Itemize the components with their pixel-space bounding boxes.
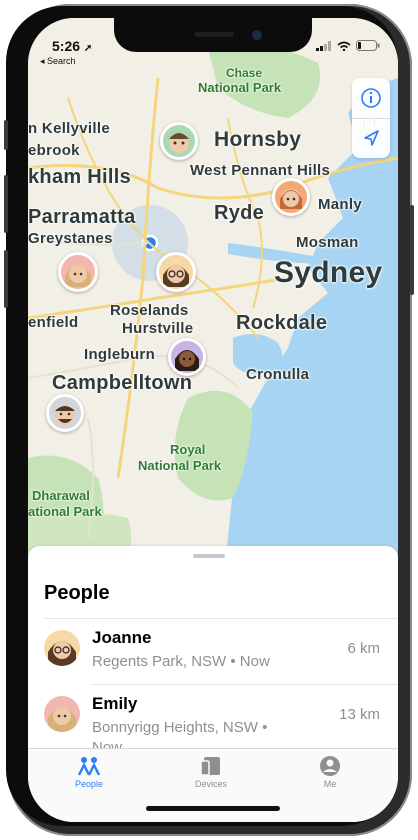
avatar <box>44 630 80 666</box>
map-label-cronulla: Cronulla <box>246 366 310 383</box>
status-time: 5:26 ➚ <box>52 38 93 54</box>
map-avatar-person[interactable] <box>168 338 206 376</box>
avatar <box>44 696 80 732</box>
map-label-enfield: enfield <box>28 314 79 331</box>
sheet-title: People <box>44 582 110 604</box>
side-button-mute <box>4 120 8 150</box>
map-label-roselands: Roselands <box>110 302 189 319</box>
map-label-campbelltown: Campbelltown <box>52 372 193 394</box>
people-icon <box>77 757 101 776</box>
tab-devices[interactable]: Devices <box>181 755 241 789</box>
wifi-icon <box>337 41 351 51</box>
tab-label: People <box>74 779 104 789</box>
signal-icon <box>316 40 331 51</box>
person-name: Joanne <box>92 628 152 647</box>
sheet-grabber[interactable] <box>193 554 225 558</box>
tab-label: Devices <box>194 779 227 789</box>
map-label-royal-park: National Park <box>138 458 222 473</box>
front-camera <box>252 30 262 40</box>
divider <box>92 684 398 685</box>
status-bar: 5:26 ➚ ◂ Search <box>28 18 398 70</box>
notch <box>114 18 312 52</box>
tab-me[interactable]: Me <box>300 755 360 789</box>
speaker <box>194 32 234 37</box>
map-label-mosman: Mosman <box>296 234 359 251</box>
map-label-manly: Manly <box>318 196 363 213</box>
side-button-volume-up <box>4 175 8 233</box>
map-avatar-joanne[interactable] <box>156 252 196 292</box>
map-controls <box>352 78 390 158</box>
memoji-icon <box>169 133 189 153</box>
status-icons <box>316 40 380 51</box>
map-avatar-person[interactable] <box>46 394 84 432</box>
map-label-ebrook: ebrook <box>28 142 80 159</box>
person-name: Emily <box>92 694 138 713</box>
side-button-power <box>410 205 414 295</box>
map-label-dharawal: Dharawal <box>32 488 90 503</box>
memoji-icon <box>163 265 189 287</box>
memoji-icon <box>48 707 76 732</box>
person-row-joanne[interactable]: Joanne Regents Park, NSW • Now 6 km <box>28 620 398 684</box>
map-label-greystanes: Greystanes <box>28 230 113 247</box>
tab-people[interactable]: People <box>59 755 119 789</box>
memoji-icon <box>48 641 76 666</box>
location-arrow-icon <box>364 130 379 146</box>
map-avatar-emily[interactable] <box>58 252 98 292</box>
map-label-baulkham-hills: kham Hills <box>28 166 132 188</box>
map-avatar-person[interactable] <box>272 178 310 216</box>
info-button[interactable] <box>352 78 390 119</box>
map-view[interactable]: Chase National Park n Kellyville ebrook … <box>28 18 398 578</box>
map-label-dharawal-park: ational Park <box>28 504 102 519</box>
map-label-ingleburn: Ingleburn <box>84 346 156 363</box>
locate-button[interactable] <box>352 118 390 158</box>
map-label-west-pennant-hills: West Pennant Hills <box>190 162 331 179</box>
map-avatar-person[interactable] <box>160 122 198 160</box>
map-label-hurstville: Hurstville <box>122 320 194 337</box>
back-to-search-link[interactable]: ◂ Search <box>40 56 76 67</box>
info-icon <box>361 88 381 108</box>
map-label-parramatta: Parramatta <box>28 206 136 228</box>
person-location: Regents Park, NSW • Now <box>92 653 270 670</box>
devices-icon <box>200 757 220 776</box>
screen: Chase National Park n Kellyville ebrook … <box>28 18 398 822</box>
person-distance: 6 km <box>347 640 380 657</box>
map-label-kellyville: n Kellyville <box>28 120 110 137</box>
map-label-ryde: Ryde <box>214 202 265 224</box>
memoji-icon <box>280 189 302 209</box>
side-button-volume-down <box>4 250 8 308</box>
me-icon <box>320 756 340 776</box>
map-label-hornsby: Hornsby <box>214 128 302 151</box>
memoji-icon <box>55 405 75 425</box>
tab-label: Me <box>323 779 337 789</box>
divider <box>44 618 398 619</box>
map-label-sydney: Sydney <box>274 256 383 289</box>
map-label-rockdale: Rockdale <box>236 312 328 334</box>
battery-icon <box>356 40 380 51</box>
person-distance: 13 km <box>339 706 380 723</box>
map-label-chase-park: National Park <box>198 80 282 95</box>
home-indicator[interactable] <box>146 806 280 811</box>
location-arrow-icon: ➚ <box>83 43 93 54</box>
memoji-icon <box>175 350 199 371</box>
memoji-icon <box>65 265 91 287</box>
map-label-royal: Royal <box>170 442 206 457</box>
